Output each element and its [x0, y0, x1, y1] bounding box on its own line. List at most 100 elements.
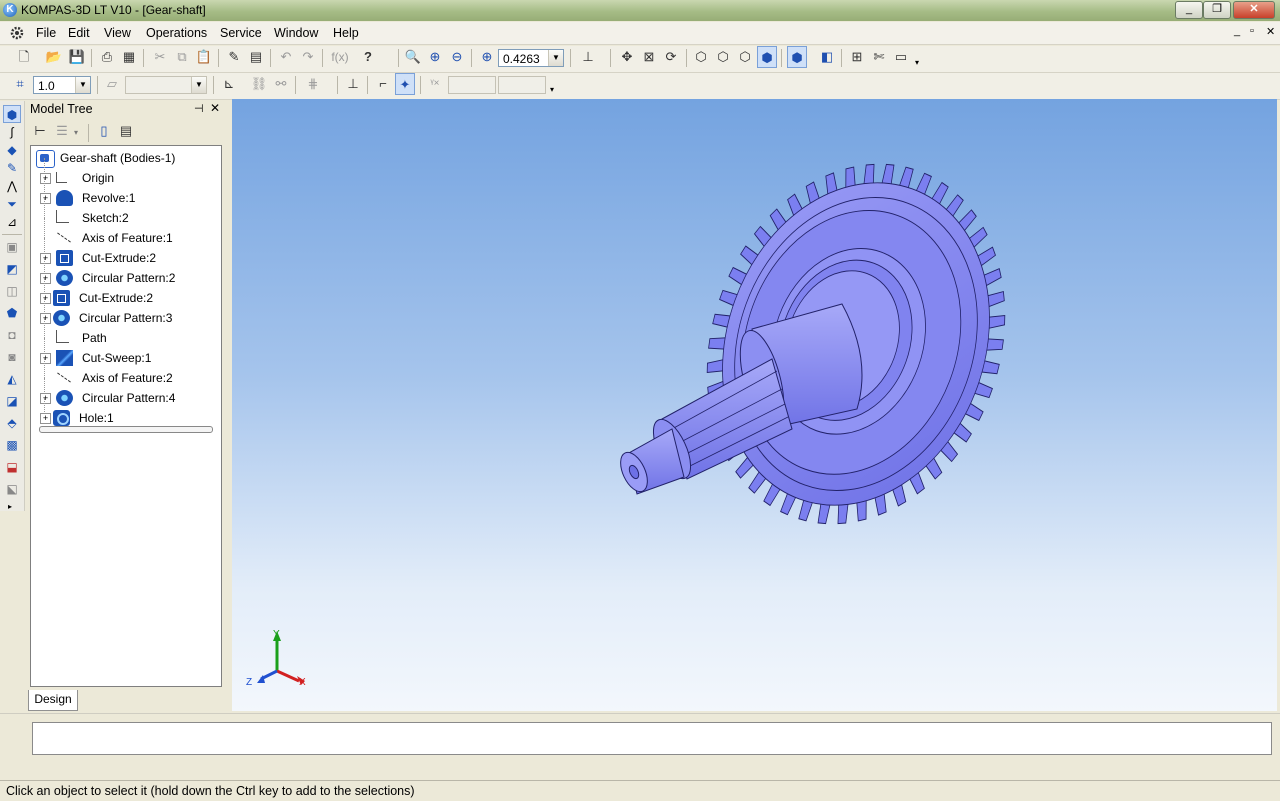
variables-table-icon[interactable]: ▤: [246, 46, 266, 68]
properties-icon[interactable]: ✎: [224, 46, 244, 68]
perspective-icon[interactable]: ◧: [817, 46, 837, 68]
sweep-icon[interactable]: ⬟: [3, 304, 21, 322]
tree-item[interactable]: + Origin: [31, 158, 221, 188]
orientation-icon[interactable]: ⊥: [578, 46, 598, 68]
menu-file[interactable]: File: [36, 26, 56, 40]
shaded-edges-icon[interactable]: ⬢: [757, 46, 777, 68]
step-input[interactable]: 1.0 ▼: [33, 76, 91, 94]
link-icon[interactable]: ⛓: [249, 73, 269, 95]
tree-horizontal-scrollbar[interactable]: [39, 426, 213, 433]
copy-icon[interactable]: ⧉: [172, 46, 192, 68]
menu-service[interactable]: Service: [220, 26, 262, 40]
tree-expand-icon[interactable]: +: [40, 393, 51, 404]
zoom-out-icon[interactable]: ⊖: [447, 46, 467, 68]
tree-item[interactable]: Axis of Feature:1: [31, 218, 221, 248]
shell-icon[interactable]: ◪: [3, 392, 21, 410]
print-preview-icon[interactable]: ⎙: [97, 46, 117, 68]
tree-item[interactable]: + Cut-Extrude:2: [31, 278, 221, 308]
tree-expand-icon[interactable]: +: [40, 313, 51, 324]
zoom-scale-icon[interactable]: ⊕: [477, 46, 497, 68]
mdi-minimize-button[interactable]: _: [1234, 25, 1240, 37]
mdi-restore-button[interactable]: ▫: [1250, 25, 1254, 37]
cursor-x-field[interactable]: [448, 76, 496, 94]
wireframe-icon[interactable]: ⬡: [691, 46, 711, 68]
measure-icon[interactable]: ⊞: [847, 46, 867, 68]
tree-item[interactable]: + Circular Pattern:4: [31, 378, 221, 408]
cut-icon[interactable]: ✂: [150, 46, 170, 68]
dimensions-icon[interactable]: ⋀: [3, 177, 21, 195]
tree-item[interactable]: Sketch:2: [31, 198, 221, 228]
surfaces-icon[interactable]: ◆: [3, 141, 21, 159]
mdi-close-button[interactable]: ✕: [1266, 25, 1275, 38]
pan-icon[interactable]: ✥: [617, 46, 637, 68]
revolve-tool-icon[interactable]: ◫: [3, 282, 21, 300]
tree-item[interactable]: + Revolve:1: [31, 178, 221, 208]
shaded-icon[interactable]: ⬢: [787, 46, 807, 68]
auxiliary-geometry-icon[interactable]: ✎: [3, 159, 21, 177]
extrude-icon[interactable]: ▣: [3, 238, 21, 256]
zoom-window-icon[interactable]: 🔍: [403, 46, 423, 68]
restore-button[interactable]: ❐: [1203, 1, 1231, 19]
save-icon[interactable]: 💾: [67, 46, 87, 68]
toolbar2-overflow-icon[interactable]: ▾: [550, 85, 554, 94]
coordinate-system-icon[interactable]: ⊥: [343, 73, 363, 95]
tree-item[interactable]: + Hole:1: [31, 398, 221, 428]
app-icon[interactable]: K: [3, 3, 17, 17]
layer-icon[interactable]: ▱: [102, 73, 122, 95]
tree-root[interactable]: Gear-shaft (Bodies-1): [31, 148, 221, 168]
cursor-y-field[interactable]: [498, 76, 546, 94]
section-icon[interactable]: ⬓: [3, 458, 21, 476]
unlink-icon[interactable]: ⚯: [271, 73, 291, 95]
measure-2d-icon[interactable]: ⊿: [3, 213, 21, 231]
mass-properties-icon[interactable]: ✄: [869, 46, 889, 68]
menu-help[interactable]: Help: [333, 26, 359, 40]
menu-edit[interactable]: Edit: [68, 26, 90, 40]
tree-rebuild-icon[interactable]: ▤: [116, 120, 136, 142]
context-help-button[interactable]: ?: [358, 46, 378, 68]
tab-design[interactable]: Design: [28, 690, 78, 711]
tree-expand-icon[interactable]: +: [40, 273, 51, 284]
lefttb-expand-icon[interactable]: ▸: [8, 502, 12, 511]
undo-icon[interactable]: ↶: [276, 46, 296, 68]
rotate-icon[interactable]: ⟳: [661, 46, 681, 68]
panel-close-icon[interactable]: ✕: [210, 101, 220, 115]
chamfer-icon[interactable]: ◭: [3, 370, 21, 388]
orthogonal-icon[interactable]: ⌐: [373, 73, 393, 95]
incline-icon[interactable]: ⬘: [3, 414, 21, 432]
step-dropdown-icon[interactable]: ▼: [75, 77, 90, 93]
property-bar[interactable]: [32, 722, 1272, 755]
tree-item[interactable]: + Circular Pattern:3: [31, 298, 221, 328]
menu-view[interactable]: View: [104, 26, 131, 40]
tree-item[interactable]: Axis of Feature:2: [31, 358, 221, 388]
paste-icon[interactable]: 📋: [194, 46, 214, 68]
tree-item[interactable]: Path: [31, 318, 221, 348]
new-document-icon[interactable]: 🗋: [14, 46, 34, 68]
display-settings-icon[interactable]: ▭: [891, 46, 911, 68]
menu-window[interactable]: Window: [274, 26, 318, 40]
fillet-icon[interactable]: ◙: [3, 348, 21, 366]
tree-item[interactable]: + Circular Pattern:2: [31, 258, 221, 288]
extrusion-icon[interactable]: ◩: [3, 260, 21, 278]
zoom-in-icon[interactable]: ⊕: [425, 46, 445, 68]
tree-item[interactable]: + Cut-Extrude:2: [31, 238, 221, 268]
editing-details-icon[interactable]: ⬢: [3, 105, 21, 123]
show-all-icon[interactable]: ⊠: [639, 46, 659, 68]
redo-icon[interactable]: ↷: [298, 46, 318, 68]
pattern-icon[interactable]: ▩: [3, 436, 21, 454]
tree-structure-icon[interactable]: ⊢: [30, 120, 50, 142]
preview-icon[interactable]: ▦: [119, 46, 139, 68]
tree-item[interactable]: + Cut-Sweep:1: [31, 338, 221, 368]
hidden-lines-thin-icon[interactable]: ⬡: [735, 46, 755, 68]
tree-expand-icon[interactable]: +: [40, 293, 51, 304]
layer-select[interactable]: ▼: [125, 76, 207, 94]
formula-button[interactable]: f(x): [328, 46, 352, 68]
layer-dropdown-icon[interactable]: ▼: [191, 77, 206, 93]
tree-expand-icon[interactable]: +: [40, 173, 51, 184]
tree-view-icon[interactable]: ☰: [52, 120, 72, 142]
menu-operations[interactable]: Operations: [146, 26, 207, 40]
tree-filter-icon[interactable]: ▯: [94, 120, 114, 142]
document-gear-icon[interactable]: [9, 25, 25, 41]
zoom-dropdown-icon[interactable]: ▼: [548, 50, 563, 66]
pin-icon[interactable]: ⊣: [194, 102, 204, 115]
hidden-lines-icon[interactable]: ⬡: [713, 46, 733, 68]
